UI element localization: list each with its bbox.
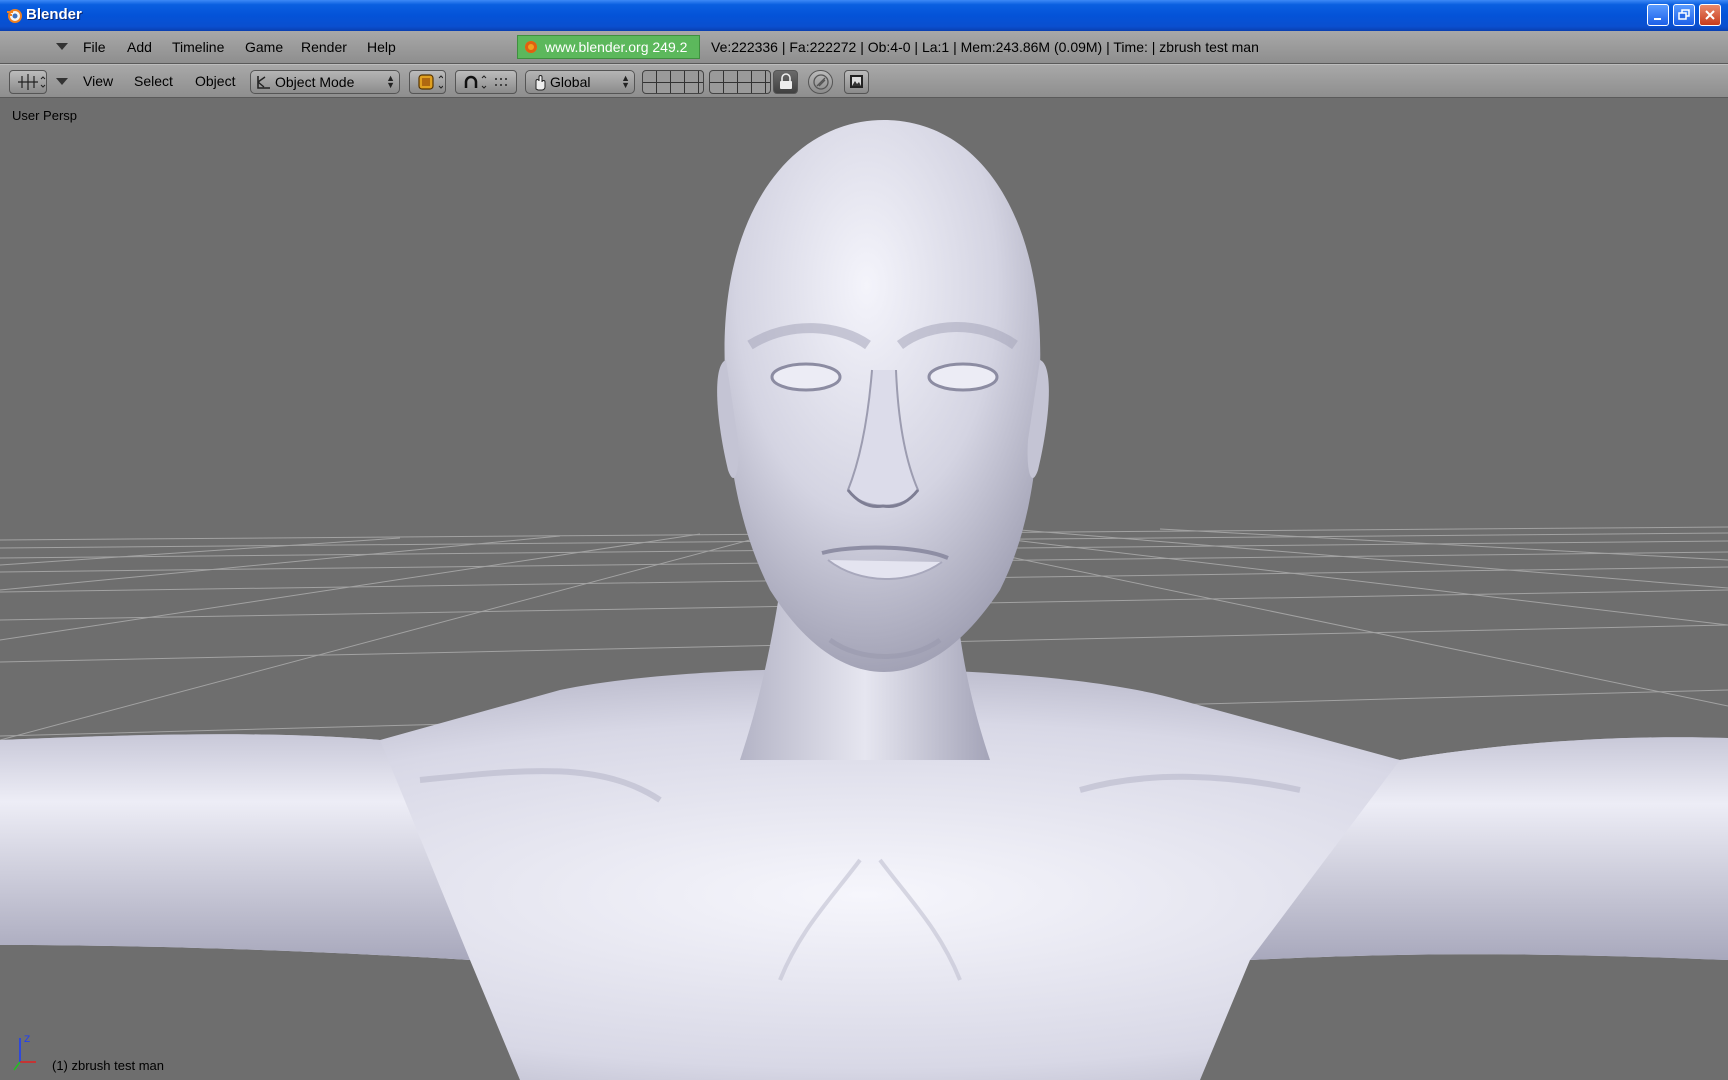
model-head (717, 120, 1049, 672)
window-titlebar: Blender (0, 0, 1728, 31)
menu-view[interactable]: View (83, 73, 113, 89)
menu-game[interactable]: Game (245, 39, 283, 55)
link-icon (813, 74, 829, 90)
orientation-select-value: Global (550, 74, 591, 90)
menu-render[interactable]: Render (301, 39, 347, 55)
scene-stats: Ve:222336 | Fa:222272 | Ob:4-0 | La:1 | … (711, 39, 1259, 55)
layer-buttons-right[interactable] (709, 70, 771, 94)
grid-view-icon (18, 74, 46, 90)
object-mode-icon (257, 76, 270, 89)
editor-type-button[interactable] (9, 70, 47, 94)
hand-manipulator-icon (535, 75, 546, 91)
header-collapse-icon[interactable] (56, 78, 68, 85)
render-preview-button[interactable] (844, 70, 869, 94)
restore-button[interactable] (1673, 4, 1695, 26)
viewport-canvas: Z (0, 120, 1728, 1080)
menu-timeline[interactable]: Timeline (172, 39, 224, 55)
menu-select[interactable]: Select (134, 73, 173, 89)
image-icon (850, 75, 863, 88)
menu-file[interactable]: File (83, 39, 106, 55)
info-header: File Add Timeline Game Render Help www.b… (0, 31, 1728, 64)
dots-icon (495, 78, 507, 86)
header-collapse-icon[interactable] (56, 43, 68, 50)
pivot-snap-group[interactable] (455, 70, 517, 94)
menu-object[interactable]: Object (195, 73, 235, 89)
lock-icon (780, 73, 792, 89)
version-badge[interactable]: www.blender.org 249.2 (517, 35, 700, 59)
close-button[interactable] (1699, 4, 1721, 26)
3d-viewport[interactable]: Z User Persp (1) zbrush test man (0, 98, 1728, 1080)
mode-select-value: Object Mode (275, 74, 355, 90)
pivot-icon (464, 75, 487, 89)
window-title: Blender (26, 6, 82, 23)
draw-type-button[interactable] (409, 70, 446, 94)
minimize-button[interactable] (1647, 4, 1669, 26)
view-name-label: User Persp (12, 108, 78, 123)
lock-layers-button[interactable] (773, 70, 798, 94)
view3d-header: View Select Object Object Mode ▲ ▼ Global… (0, 64, 1728, 98)
restore-icon (1678, 9, 1690, 20)
select-arrows-icon: ▲ ▼ (386, 73, 395, 90)
menu-help[interactable]: Help (367, 39, 396, 55)
close-icon (1705, 10, 1715, 20)
layer-buttons-left[interactable] (642, 70, 704, 94)
blender-logo-icon (525, 41, 537, 53)
solid-shading-icon (418, 74, 443, 90)
select-arrows-icon: ▲ ▼ (621, 73, 630, 90)
active-object-label: (1) zbrush test man (52, 1058, 164, 1073)
axis-gizmo-icon: Z (13, 1035, 36, 1071)
minimize-icon (1654, 18, 1661, 20)
menu-add[interactable]: Add (127, 39, 152, 55)
link-scene-button[interactable] (808, 70, 833, 94)
blender-logo-icon (7, 9, 22, 23)
transform-orientation-select[interactable]: Global ▲ ▼ (525, 70, 635, 94)
version-text: www.blender.org 249.2 (545, 39, 688, 55)
mode-select[interactable]: Object Mode ▲ ▼ (250, 70, 400, 94)
svg-text:Z: Z (24, 1035, 30, 1045)
